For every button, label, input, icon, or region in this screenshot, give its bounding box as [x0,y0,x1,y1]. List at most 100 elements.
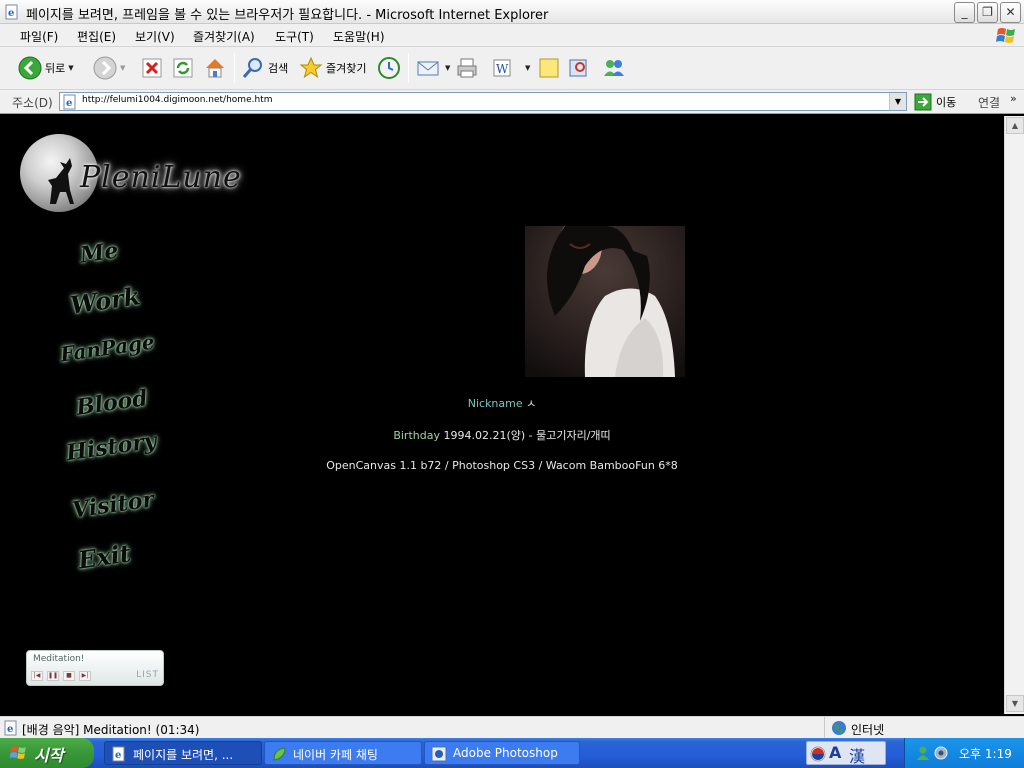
back-dropdown-icon[interactable]: ▼ [68,64,73,72]
photoshop-icon [431,746,447,762]
restore-button[interactable]: ❐ [977,2,998,23]
ime-alpha-mode[interactable]: A [829,743,841,762]
nav-me[interactable]: Me [78,237,120,268]
links-chevron-icon[interactable]: » [1010,92,1017,105]
address-input[interactable]: e http://felumi1004.digimoon.net/home.ht… [59,92,907,111]
start-button[interactable]: 시작 [0,738,94,768]
forward-arrow-icon [93,56,117,80]
favorites-button[interactable]: 즐겨찾기 [299,53,366,83]
stop-button[interactable] [141,53,163,83]
edit-dropdown-icon[interactable]: ▼ [525,64,530,72]
task-photoshop[interactable]: Adobe Photoshop [424,741,580,765]
forward-dropdown-icon[interactable]: ▼ [120,64,125,72]
note-button[interactable] [537,53,561,83]
minimize-button[interactable]: _ [954,2,975,23]
edit-icon: W [493,59,511,77]
player-pause-button[interactable]: ❚❚ [47,671,59,681]
refresh-icon [173,58,193,78]
messenger-button[interactable] [601,53,627,83]
menu-favorites[interactable]: 즐겨찾기(A) [193,28,255,45]
birthday-label: Birthday [393,429,440,442]
mail-dropdown-icon[interactable]: ▼ [445,64,450,72]
ime-hanja-mode[interactable]: 漢 [849,743,865,767]
player-song-title: Meditation! [33,654,85,664]
address-label: 주소(D) [12,96,53,110]
menu-edit[interactable]: 편집(E) [77,28,116,45]
back-button[interactable]: 뒤로 ▼ [18,53,74,83]
windows-logo-icon [9,746,26,759]
toolbar-separator [234,53,235,83]
player-stop-button[interactable]: ■ [63,671,75,681]
forward-button[interactable]: ▼ [93,53,125,83]
nav-fanpage[interactable]: FanPage [59,330,156,367]
nav-visitor[interactable]: Visitor [71,486,156,523]
scroll-up-button[interactable]: ▲ [1006,117,1024,134]
nav-exit[interactable]: Exit [76,538,132,574]
home-icon [206,59,224,78]
messenger-icon [604,60,624,76]
windows-logo-icon [996,28,1015,43]
menu-view[interactable]: 보기(V) [135,28,175,45]
research-button[interactable] [567,53,591,83]
zone-label: 인터넷 [851,723,885,737]
player-prev-button[interactable]: |◀ [31,671,43,681]
toolbar: 뒤로 ▼ ▼ 검색 즐겨찾기 ▼ W ▼ [0,47,1024,90]
go-button[interactable]: 이동 [914,93,956,111]
address-dropdown-button[interactable]: ▼ [889,93,906,110]
security-zone: 인터넷 [824,717,1024,739]
menu-tools[interactable]: 도구(T) [275,28,314,45]
mail-button[interactable]: ▼ [416,53,450,83]
ie-page-icon: e [5,4,18,20]
links-label[interactable]: 연결 [978,94,1000,111]
task-internet-explorer[interactable]: e 페이지를 보려면, ... [104,741,262,765]
print-icon [457,58,477,78]
menu-file[interactable]: 파일(F) [20,28,58,45]
refresh-button[interactable] [172,53,194,83]
clock: 오후 1:19 [959,747,1012,761]
ime-language-bar[interactable]: A 漢 [806,741,886,767]
music-player: Meditation! |◀ ❚❚ ■ ▶| LIST [26,650,164,686]
address-bar: 주소(D) e http://felumi1004.digimoon.net/h… [0,90,1024,114]
birthday-line: Birthday 1994.02.21(양) - 물고기자리/개띠 [0,427,1004,443]
status-text: [배경 음악] Meditation! (01:34) [22,723,200,737]
favorites-star-icon [299,56,323,79]
menu-help[interactable]: 도움말(H) [333,28,385,45]
svg-text:W: W [496,62,509,76]
ie-page-icon: e [63,94,76,110]
svg-text:e: e [115,750,121,761]
taskbar: 시작 e 페이지를 보려면, ... 네이버 카페 채팅 Adobe Photo… [0,738,1024,768]
home-button[interactable] [203,53,227,83]
address-url: http://felumi1004.digimoon.net/home.htm [82,95,273,105]
toolbar-separator [408,53,409,83]
history-button[interactable] [377,53,401,83]
history-icon [378,57,400,79]
svg-text:e: e [8,8,14,19]
ie-page-icon: e [4,720,17,736]
go-arrow-icon [914,93,932,111]
favorites-label: 즐겨찾기 [326,62,367,75]
nav-work[interactable]: Work [68,281,142,319]
messenger-tray-icon[interactable] [915,745,931,761]
scroll-down-button[interactable]: ▼ [1006,695,1024,712]
svg-text:e: e [66,98,72,109]
restore-icon: ❐ [982,5,993,19]
player-list-button[interactable]: LIST [136,670,159,680]
system-tray: 오후 1:19 [904,738,1024,768]
vertical-scrollbar[interactable]: ▲ ▼ [1004,116,1024,714]
nickname-value: ㅅ [526,397,537,410]
player-next-button[interactable]: ▶| [79,671,91,681]
research-icon [569,59,587,77]
task-naver-chat[interactable]: 네이버 카페 채팅 [264,741,422,765]
profile-photo [525,226,685,377]
stop-icon [142,58,162,78]
print-button[interactable] [455,53,479,83]
status-bar: e [배경 음악] Meditation! (01:34) 인터넷 [0,716,1024,739]
back-label: 뒤로 [45,62,66,75]
edit-button[interactable]: W ▼ [491,53,530,83]
birthday-value: 1994.02.21(양) - 물고기자리/개띠 [443,429,611,442]
task-label: 페이지를 보려면, ... [133,748,234,762]
search-button[interactable]: 검색 [241,53,288,83]
close-button[interactable]: ✕ [1000,2,1021,23]
network-tray-icon[interactable] [933,745,949,761]
minimize-icon: _ [961,5,968,19]
